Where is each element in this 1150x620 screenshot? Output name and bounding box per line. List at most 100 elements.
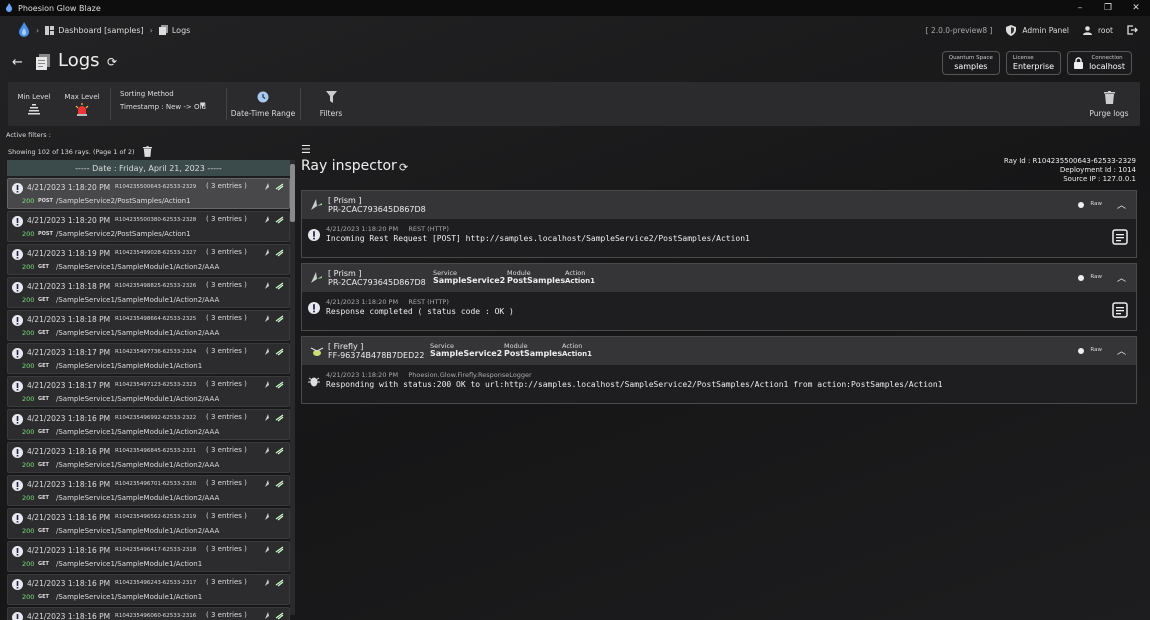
row-entries: ( 3 entries ) [206,479,247,487]
table-row[interactable]: 4/21/2023 1:18:18 PM R104235498664-62533-… [7,310,290,341]
card-source: [ Prism ] PR-2CAC793645D867D8 [328,269,426,287]
hamburger-menu-icon[interactable]: ☰ [301,143,311,156]
firefly-icon [275,447,284,455]
firefly-icon [275,480,284,488]
firefly-icon [275,249,284,257]
chevron-up-icon[interactable]: ︿ [1117,271,1126,284]
entry-meta: 4/21/2023 1:18:20 PM Phoesion.Glow.Firef… [326,371,532,379]
quantum-space-chip[interactable]: Quantum Space samples [941,51,1000,75]
status-chips: Quantum Space samples License Enterprise… [941,51,1132,75]
row-status-code: 200 [22,494,35,502]
table-row[interactable]: 4/21/2023 1:18:16 PM R104235496562-62533-… [7,508,290,539]
table-row[interactable]: 4/21/2023 1:18:16 PM R104235496243-62533-… [7,574,290,605]
app-window: Phoesion Glow Blaze – ❐ ✕ › Dashboard [s… [0,0,1150,620]
row-http-method: GET [38,561,49,567]
connection-value: localhost [1089,61,1125,71]
card-header[interactable]: [ Firefly ] FF-96374B478B7DED22 Service Sam… [302,337,1136,365]
min-level-button[interactable]: Min Level [16,82,52,126]
showing-count-label: Showing 102 of 136 rays. (Page 1 of 2) [8,147,135,156]
sorting-method-dropdown[interactable]: Sorting Method Timestamp : New -> Old ▼ [120,90,206,111]
row-ray-id: R104235496992-62533-2322 [115,415,197,421]
quantum-space-value: samples [954,61,988,71]
row-time: 4/21/2023 1:18:17 PM [27,348,111,357]
connection-chip[interactable]: Connection localhost [1067,51,1132,75]
breadcrumb-logs[interactable]: Logs [158,25,190,35]
table-row[interactable]: 4/21/2023 1:18:16 PM R104235496845-62533-… [7,442,290,473]
chevron-up-icon[interactable]: ︿ [1117,344,1126,357]
card-source: [ Firefly ] FF-96374B478B7DED22 [328,342,424,360]
toolbar-divider [110,88,111,120]
purge-logs-button[interactable]: Purge logs [1082,82,1136,126]
action-value: Action1 [565,277,595,285]
prism-icon [265,381,269,388]
date-time-range-button[interactable]: Date-Time Range [230,82,296,126]
card-header[interactable]: [ Prism ] PR-2CAC793645D867D8 Raw ︿ [302,191,1136,219]
table-row[interactable]: 4/21/2023 1:18:16 PM R104235496060-62533-… [7,607,290,620]
max-level-button[interactable]: Max Level [62,82,102,126]
prism-icon [265,216,269,223]
chevron-up-icon[interactable]: ︿ [1117,198,1126,211]
admin-panel-link[interactable]: Admin Panel [1006,24,1069,36]
purge-logs-label: Purge logs [1089,108,1129,118]
firefly-icon [275,546,284,554]
table-row[interactable]: 4/21/2023 1:18:18 PM R104235498825-62533-… [7,277,290,308]
table-row[interactable]: 4/21/2023 1:18:20 PM R104235500643-62533-… [7,178,290,209]
info-icon [12,216,23,227]
card-header[interactable]: [ Prism ] PR-2CAC793645D867D8 Service Sampl… [302,264,1136,292]
table-row[interactable]: 4/21/2023 1:18:17 PM R104235497736-62533-… [7,343,290,374]
prism-icon [265,315,269,322]
row-status-code: 200 [22,395,35,403]
module-field: Module PostSamples [507,269,565,285]
table-row[interactable]: 4/21/2023 1:18:16 PM R104235496992-62533-… [7,409,290,440]
row-ray-id: R104235496060-62533-2316 [115,613,197,619]
scrollbar-thumb[interactable] [290,164,295,222]
row-path: /SampleService1/SampleModule1/Action2/AA… [56,461,220,469]
table-row[interactable]: 4/21/2023 1:18:20 PM R104235500380-62533-… [7,211,290,242]
table-row[interactable]: 4/21/2023 1:18:16 PM R104235496701-62533-… [7,475,290,506]
row-time: 4/21/2023 1:18:19 PM [27,249,111,258]
row-entries: ( 3 entries ) [206,512,247,520]
flame-home-icon[interactable] [18,22,30,38]
row-time: 4/21/2023 1:18:16 PM [27,480,111,489]
prism-icon [265,447,269,454]
filters-button[interactable]: Filters [308,82,354,126]
row-http-method: POST [38,231,53,237]
entry-meta: 4/21/2023 1:18:20 PM REST (HTTP) [326,298,449,306]
prism-icon [265,282,269,289]
user-menu[interactable]: root [1082,26,1113,35]
minimize-button[interactable]: – [1066,0,1094,16]
info-icon [12,480,23,491]
trash-icon[interactable] [142,146,152,157]
refresh-icon[interactable]: ⟳ [107,55,117,69]
sorting-method-label: Sorting Method [120,90,174,98]
table-row[interactable]: 4/21/2023 1:18:19 PM R104235499028-62533-… [7,244,290,275]
raw-toggle-dot[interactable] [1078,348,1084,354]
breadcrumb-separator-icon: › [149,25,153,35]
table-row[interactable]: 4/21/2023 1:18:17 PM R104235497123-62533-… [7,376,290,407]
ray-list-scrollbar[interactable] [290,160,295,615]
table-row[interactable]: 4/21/2023 1:18:16 PM R104235496417-62533-… [7,541,290,572]
restore-button[interactable]: ❐ [1094,0,1122,16]
firefly-icon [275,414,284,422]
details-note-icon[interactable] [1112,302,1128,318]
close-button[interactable]: ✕ [1122,0,1150,16]
prism-icon [265,513,269,520]
details-note-icon[interactable] [1112,229,1128,245]
source-icons [264,215,284,226]
ray-entry-card: [ Prism ] PR-2CAC793645D867D8 Service Sampl… [301,263,1137,331]
row-ray-id: R104235496701-62533-2320 [115,481,197,487]
source-icons [264,611,284,620]
row-entries: ( 3 entries ) [206,380,247,388]
raw-toggle-dot[interactable] [1078,202,1084,208]
refresh-icon[interactable]: ⟳ [399,161,408,174]
raw-toggle-dot[interactable] [1078,275,1084,281]
row-time: 4/21/2023 1:18:16 PM [27,612,111,620]
row-path: /SampleService1/SampleModule1/Action2/AA… [56,494,220,502]
back-arrow-icon[interactable]: ← [12,55,23,70]
logout-icon[interactable] [1127,25,1138,35]
license-chip[interactable]: License Enterprise [1005,51,1062,75]
admin-panel-label: Admin Panel [1022,25,1069,35]
ray-list: ----- Date : Friday, April 21, 2023 ----… [7,160,290,620]
breadcrumb-dashboard[interactable]: Dashboard [samples] [45,25,144,35]
nav-right: [ 2.0.0-preview8 ] Admin Panel root [926,16,1138,44]
